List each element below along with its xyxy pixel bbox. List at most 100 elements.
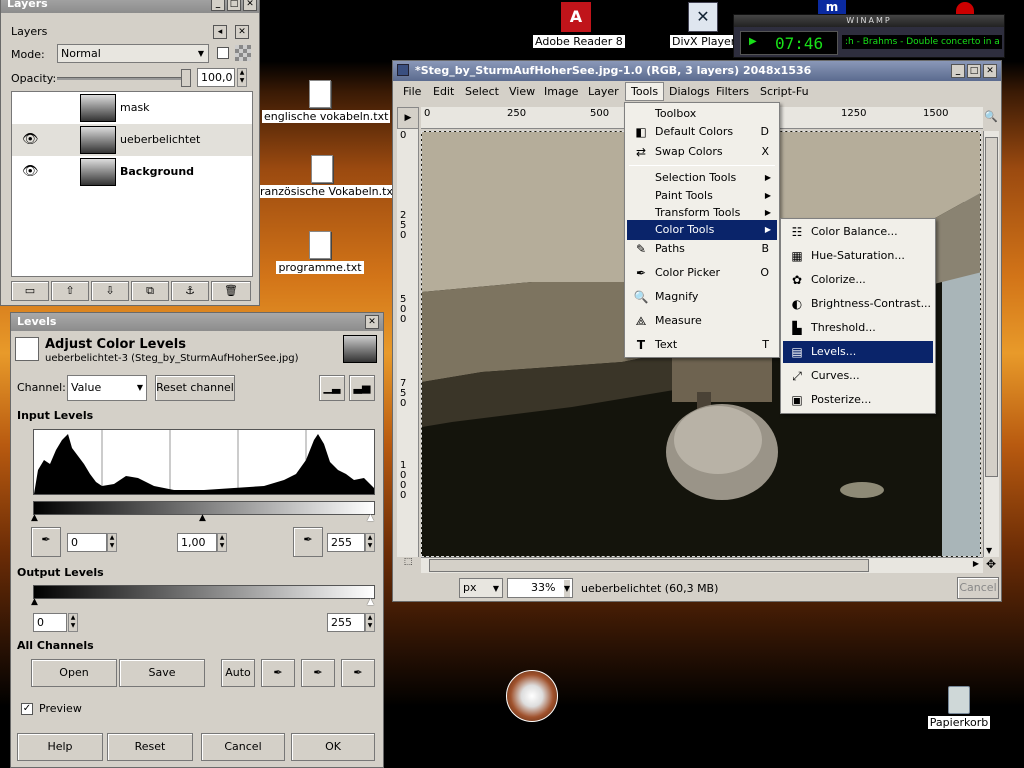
input-high-field[interactable]: 255	[327, 533, 365, 552]
input-high-spinner[interactable]: ▲ ▼	[365, 533, 375, 552]
input-low-spinner[interactable]: ▲ ▼	[107, 533, 117, 552]
menu-edit[interactable]: Edit	[433, 85, 454, 98]
preview-checkbox[interactable]: ✓	[21, 703, 33, 715]
horizontal-scrollbar[interactable]: ▶	[421, 557, 983, 573]
dialog-close-icon[interactable]: ✕	[235, 25, 249, 39]
input-high-handle[interactable]: ▲	[367, 513, 374, 523]
menu-item-levels[interactable]: ▤ Levels...	[783, 341, 933, 363]
winamp-player[interactable]: WINAMP ▶ 07:46 :h - Brahms - Double conc…	[733, 14, 1005, 58]
pick-gray-icon[interactable]: ✒	[301, 659, 335, 687]
output-high-handle[interactable]: ▲	[367, 597, 374, 607]
pick-black-icon[interactable]: ✒	[261, 659, 295, 687]
tab-menu-icon[interactable]: ◂	[213, 25, 227, 39]
output-high-spinner[interactable]: ▲ ▼	[365, 613, 375, 632]
close-icon[interactable]: ✕	[243, 0, 257, 11]
desktop-icon-englische-vokabeln[interactable]: englische vokabeln.txt	[262, 80, 391, 123]
gamma-spinner[interactable]: ▲ ▼	[217, 533, 227, 552]
desktop-icon-papierkorb[interactable]: Papierkorb	[926, 686, 992, 729]
desktop-icon-programme[interactable]: programme.txt	[272, 231, 368, 274]
reset-channel-button[interactable]: Reset channel	[155, 375, 235, 401]
menu-item-measure[interactable]: ⟁ Measure	[627, 310, 777, 332]
menu-item-brightness-contrast[interactable]: ◐ Brightness-Contrast...	[783, 293, 933, 315]
output-low-spinner[interactable]: ▲ ▼	[68, 613, 78, 632]
cancel-button[interactable]: Cancel	[957, 577, 999, 599]
save-button[interactable]: Save	[119, 659, 205, 687]
layers-list[interactable]: mask 👁 ueberbelichtet 👁 Background	[11, 91, 253, 277]
minimize-icon[interactable]: _	[211, 0, 225, 11]
help-button[interactable]: Help	[17, 733, 103, 761]
menu-select[interactable]: Select	[465, 85, 499, 98]
menu-file[interactable]: File	[403, 85, 421, 98]
layer-row-mask[interactable]: mask	[12, 92, 252, 124]
menu-image[interactable]: Image	[544, 85, 578, 98]
menu-item-paths[interactable]: ✎ Paths B	[627, 238, 777, 260]
layer-row-background[interactable]: 👁 Background	[12, 156, 252, 188]
output-low-handle[interactable]: ▲	[31, 597, 38, 607]
menu-item-default-colors[interactable]: ◧ Default Colors D	[627, 121, 777, 143]
menu-item-swap-colors[interactable]: ⇄ Swap Colors X	[627, 141, 777, 163]
menu-item-color-balance[interactable]: ☷ Color Balance...	[783, 221, 933, 243]
open-button[interactable]: Open	[31, 659, 117, 687]
menu-item-posterize[interactable]: ▣ Posterize...	[783, 389, 933, 411]
cancel-button[interactable]: Cancel	[201, 733, 285, 761]
gamma-field[interactable]: 1,00	[177, 533, 217, 552]
input-low-handle[interactable]: ▲	[31, 513, 38, 523]
output-low-field[interactable]: 0	[33, 613, 67, 632]
ok-button[interactable]: OK	[291, 733, 375, 761]
scroll-right-icon[interactable]: ▶	[973, 559, 979, 568]
horizontal-scroll-thumb[interactable]	[429, 559, 869, 572]
planet-dock-icon[interactable]	[506, 670, 558, 722]
scroll-down-icon[interactable]: ▼	[986, 546, 992, 555]
menu-item-hue-saturation[interactable]: ▦ Hue-Saturation...	[783, 245, 933, 267]
menu-layer[interactable]: Layer	[588, 85, 619, 98]
menu-item-threshold[interactable]: ▙ Threshold...	[783, 317, 933, 339]
menu-item-curves[interactable]: ⤢ Curves...	[783, 365, 933, 387]
menu-dialogs[interactable]: Dialogs	[669, 85, 710, 98]
new-layer-icon[interactable]: ▭	[11, 281, 49, 301]
opera-icon[interactable]	[956, 2, 974, 14]
navigation-move-icon[interactable]: ✥	[983, 557, 999, 573]
black-point-picker-icon[interactable]: ✒	[31, 527, 61, 557]
opacity-input[interactable]: 100,0	[197, 68, 235, 87]
zoom-icon[interactable]: 🔍	[983, 107, 999, 129]
white-point-picker-icon[interactable]: ✒	[293, 527, 323, 557]
zoom-select[interactable]: 33% ▼	[507, 578, 573, 598]
eye-icon[interactable]: 👁	[22, 164, 39, 179]
linear-histogram-icon[interactable]: ▁▃	[319, 375, 345, 401]
duplicate-layer-icon[interactable]: ⧉	[131, 281, 169, 301]
close-icon[interactable]: ✕	[983, 64, 997, 78]
menu-item-colorize[interactable]: ✿ Colorize...	[783, 269, 933, 291]
taskbar-m-icon[interactable]: m	[818, 0, 846, 14]
menu-item-text[interactable]: T Text T	[627, 334, 777, 356]
eye-icon[interactable]: 👁	[22, 132, 39, 147]
output-high-field[interactable]: 255	[327, 613, 365, 632]
unit-select[interactable]: px ▼	[459, 578, 503, 598]
auto-button[interactable]: Auto	[221, 659, 255, 687]
menu-tools[interactable]: Tools	[625, 82, 665, 101]
opacity-spinner[interactable]: ▲ ▼	[237, 68, 247, 87]
menu-item-magnify[interactable]: 🔍 Magnify	[627, 286, 777, 308]
menu-item-color-tools[interactable]: Color Tools ▶	[627, 220, 777, 240]
quick-mask-menu-icon[interactable]: ▶	[397, 107, 419, 129]
mode-select[interactable]: Normal ▼	[57, 44, 209, 63]
desktop-icon-adobe-reader[interactable]: A Adobe Reader 8	[533, 2, 625, 48]
opacity-slider-handle[interactable]	[181, 69, 191, 87]
minimize-icon[interactable]: _	[951, 64, 965, 78]
raise-layer-icon[interactable]: ⇧	[51, 281, 89, 301]
vertical-scroll-thumb[interactable]	[985, 137, 998, 477]
desktop-icon-franzoesische-vokabeln[interactable]: ranzösische Vokabeln.txt	[258, 155, 400, 198]
menu-script-fu[interactable]: Script-Fu	[760, 85, 809, 98]
maximize-icon[interactable]: □	[967, 64, 981, 78]
gamma-handle[interactable]: ▲	[199, 513, 206, 523]
lower-layer-icon[interactable]: ⇩	[91, 281, 129, 301]
navigate-icon[interactable]: ⬚	[397, 557, 419, 573]
layer-row-ueberbelichtet[interactable]: 👁 ueberbelichtet	[12, 124, 252, 156]
anchor-layer-icon[interactable]: ⚓	[171, 281, 209, 301]
maximize-icon[interactable]: □	[227, 0, 241, 11]
log-histogram-icon[interactable]: ▃▅	[349, 375, 375, 401]
menu-view[interactable]: View	[509, 85, 535, 98]
desktop-icon-divx-player[interactable]: ✕ DivX Player	[670, 2, 738, 48]
reset-button[interactable]: Reset	[107, 733, 193, 761]
vertical-scrollbar[interactable]: ▼	[983, 131, 999, 557]
pick-white-icon[interactable]: ✒	[341, 659, 375, 687]
